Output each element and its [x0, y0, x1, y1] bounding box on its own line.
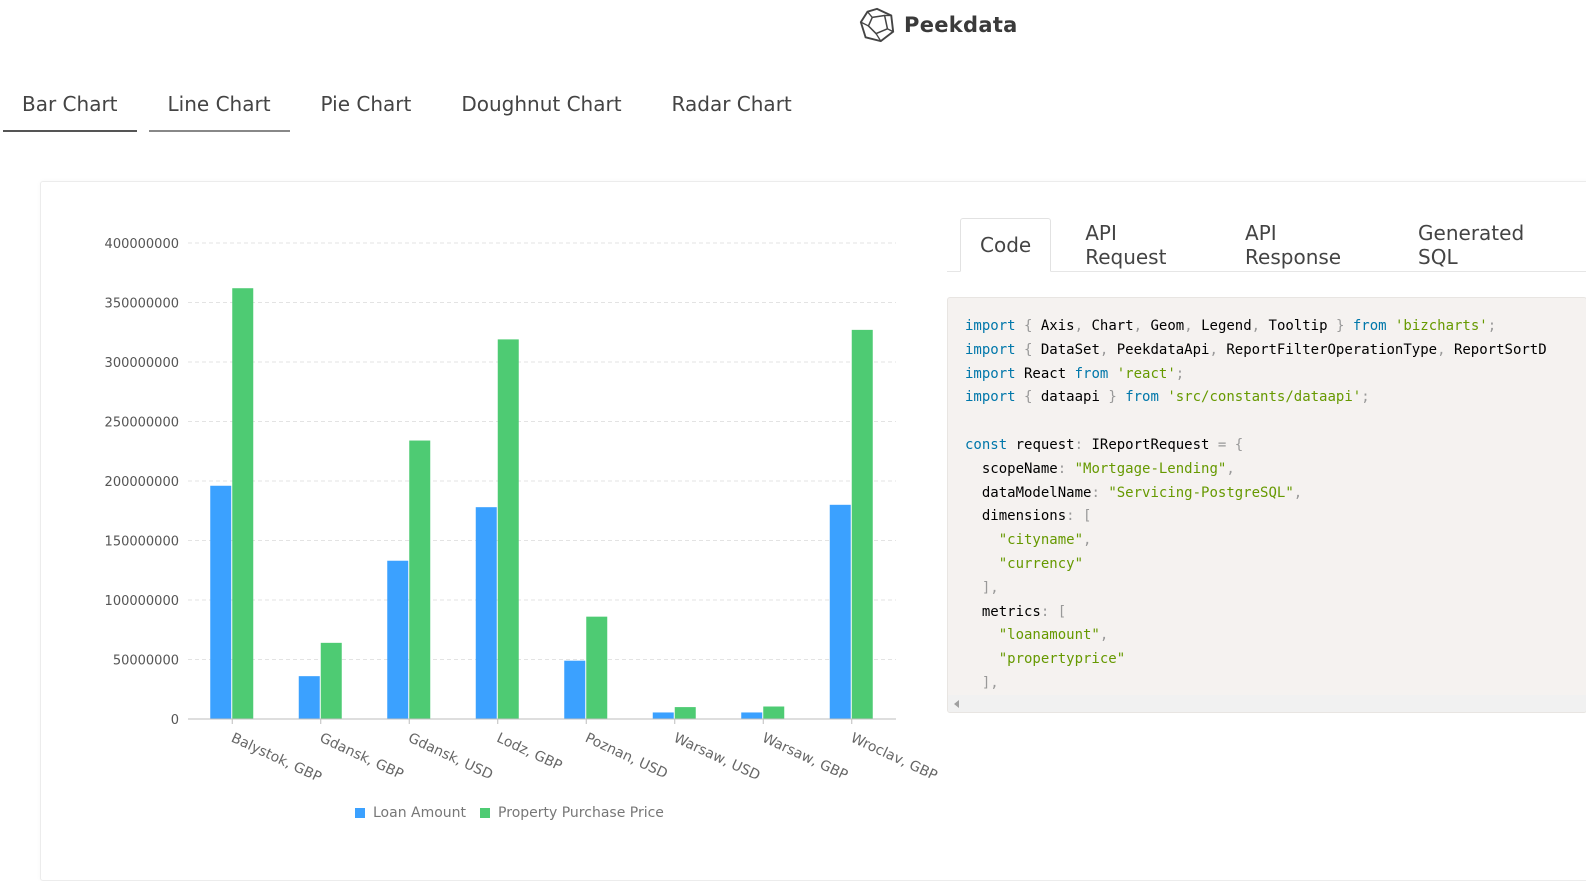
y-tick-label: 100000000: [105, 594, 179, 609]
legend-item-loan-amount[interactable]: Loan Amount: [355, 805, 466, 821]
x-tick-label: Wroclav, GBP: [848, 730, 939, 784]
x-tick-label: Gdansk, GBP: [317, 730, 406, 783]
y-tick-label: 200000000: [105, 475, 179, 490]
bar-property-price[interactable]: [497, 339, 519, 719]
legend-label: Loan Amount: [373, 805, 467, 821]
scroll-left-arrow-icon[interactable]: [954, 700, 959, 708]
legend-label: Property Purchase Price: [498, 805, 664, 821]
chart-legend: Loan Amount Property Purchase Price: [355, 805, 664, 821]
legend-item-property-price[interactable]: Property Purchase Price: [480, 805, 664, 821]
x-tick-label: Lodz, GBP: [494, 730, 564, 774]
bar-loan-amount[interactable]: [210, 485, 232, 719]
tab-api-response[interactable]: API Response: [1225, 218, 1384, 272]
tab-code[interactable]: Code: [960, 218, 1052, 272]
x-tick-label: Poznan, USD: [583, 730, 670, 782]
bar-loan-amount[interactable]: [475, 507, 497, 719]
bar-property-price[interactable]: [320, 642, 342, 719]
y-tick-label: 0: [171, 713, 179, 728]
y-tick-label: 300000000: [105, 356, 179, 371]
code-block[interactable]: import { Axis, Chart, Geom, Legend, Tool…: [947, 297, 1586, 713]
x-axis: [188, 718, 896, 724]
y-tick-label: 400000000: [105, 237, 179, 252]
y-tick-label: 150000000: [105, 535, 179, 550]
bar-property-price[interactable]: [851, 329, 873, 719]
y-tick-label: 250000000: [105, 416, 179, 431]
y-tick-label: 50000000: [113, 654, 179, 669]
x-tick-label: Warsaw, GBP: [760, 730, 851, 784]
bar-property-price[interactable]: [674, 707, 696, 719]
bar-property-price[interactable]: [763, 706, 785, 719]
chart-grid: [188, 242, 896, 660]
bar-property-price[interactable]: [232, 288, 254, 719]
y-axis-ticks: 0 50000000 100000000 150000000 200000000 2500…: [105, 237, 179, 728]
bar-property-price[interactable]: [586, 616, 608, 719]
bar-chart: 0 50000000 100000000 150000000 200000000 2500…: [105, 237, 940, 786]
bar-loan-amount[interactable]: [564, 660, 586, 719]
chart-bars: [210, 288, 873, 719]
bar-loan-amount[interactable]: [652, 712, 674, 719]
legend-swatch-property: [480, 808, 491, 818]
x-tick-label: Gdansk, USD: [406, 730, 496, 783]
tab-generated-sql[interactable]: Generated SQL: [1398, 218, 1573, 272]
bar-loan-amount[interactable]: [387, 560, 409, 719]
bar-loan-amount[interactable]: [298, 676, 320, 719]
bar-loan-amount[interactable]: [741, 712, 763, 719]
legend-swatch-loan: [355, 808, 365, 818]
horizontal-scrollbar[interactable]: [948, 695, 1586, 712]
code-text: import { Axis, Chart, Geom, Legend, Tool…: [965, 318, 1547, 691]
bar-property-price[interactable]: [409, 440, 431, 719]
y-tick-label: 350000000: [105, 297, 179, 312]
tab-api-request[interactable]: API Request: [1065, 218, 1211, 272]
x-tick-label: Balystok, GBP: [229, 730, 324, 786]
x-axis-labels: Balystok, GBPGdansk, GBP Gdansk, USDLodz,…: [229, 730, 940, 786]
code-view-tabs: Code API Request API Response Generated …: [947, 218, 1586, 272]
bar-loan-amount[interactable]: [829, 504, 851, 719]
x-tick-label: Warsaw, USD: [671, 730, 762, 784]
